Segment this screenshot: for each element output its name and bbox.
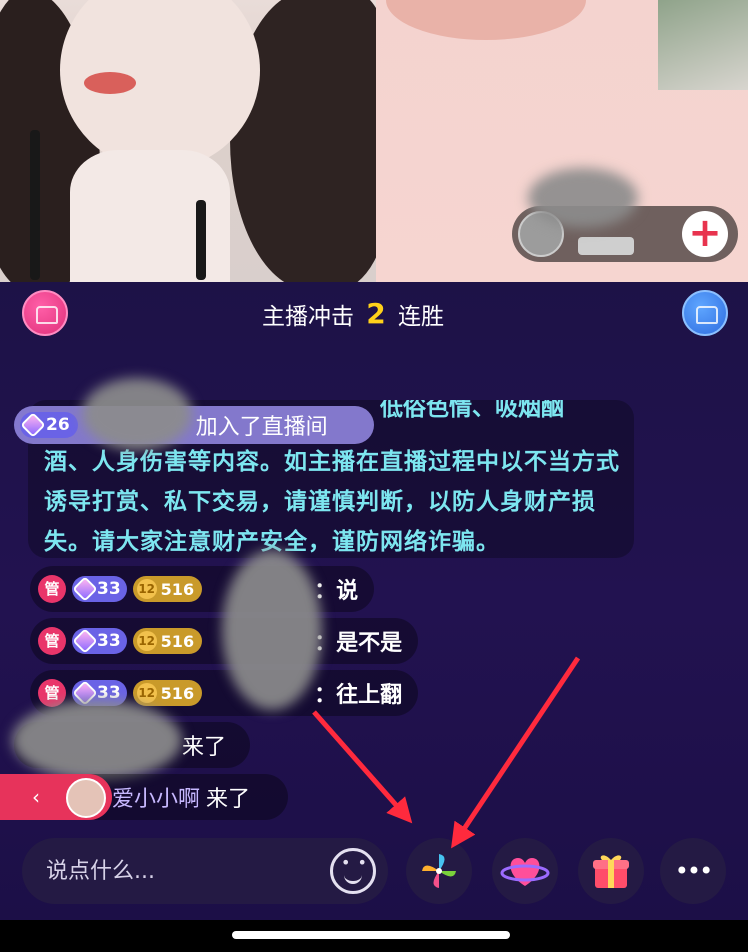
video-content xyxy=(70,150,230,282)
more-button[interactable]: ••• xyxy=(660,838,726,904)
chat-text: ：说 xyxy=(314,579,359,604)
enter-text: 来了 xyxy=(206,787,251,812)
streak-number: 2 xyxy=(366,297,386,330)
pinwheel-button[interactable] xyxy=(406,838,472,904)
chat-message[interactable]: 管 33 12 516 ：说 xyxy=(30,566,375,612)
more-icon: ••• xyxy=(674,857,713,885)
host-video-feed[interactable] xyxy=(0,0,376,282)
gift-button[interactable] xyxy=(578,838,644,904)
join-text: 加入了直播间 xyxy=(195,415,328,440)
left-team-seat-icon[interactable] xyxy=(22,290,68,336)
enter-username[interactable]: 爱小小啊 xyxy=(112,781,200,813)
enter-text: 来了 xyxy=(182,735,227,760)
streak-suffix: 连胜 xyxy=(398,304,444,330)
chevron-left-icon: ‹ xyxy=(32,785,40,809)
viewer-avatar[interactable] xyxy=(66,778,106,818)
user-level: 33 xyxy=(97,631,121,651)
streak-prefix: 主播冲击 xyxy=(262,304,354,330)
video-content xyxy=(386,0,586,40)
video-content xyxy=(196,200,206,280)
user-level: 26 xyxy=(46,415,70,435)
fan-value: 516 xyxy=(160,683,195,703)
gem-icon xyxy=(20,412,46,438)
notice-partial-line: 低俗色情、吸烟酗 xyxy=(380,400,564,421)
right-team-seat-icon[interactable] xyxy=(682,290,728,336)
fan-value: 516 xyxy=(160,631,195,651)
fan-club-badge: 12 516 xyxy=(132,680,203,706)
video-content xyxy=(84,72,136,94)
interaction-button[interactable] xyxy=(492,838,558,904)
cohost-name-badge xyxy=(578,237,634,255)
redaction-blur xyxy=(82,378,192,450)
redaction-blur xyxy=(528,168,638,228)
user-level-badge: 33 xyxy=(72,576,127,602)
redaction-blur xyxy=(12,700,182,780)
fan-level: 12 xyxy=(136,683,157,703)
fan-club-badge: 12 516 xyxy=(132,576,203,602)
join-banner: 26 加入了直播间 xyxy=(14,406,374,444)
home-indicator[interactable] xyxy=(232,931,510,939)
fan-level: 12 xyxy=(136,579,157,599)
chat-text: ：是不是 xyxy=(314,631,403,656)
chat-input[interactable] xyxy=(46,858,316,884)
user-level-badge: 33 xyxy=(72,628,127,654)
follow-plus-button[interactable]: + xyxy=(682,211,728,257)
video-content xyxy=(30,130,40,280)
pinwheel-icon xyxy=(422,854,456,888)
fan-level: 12 xyxy=(136,631,157,651)
admin-tag: 管 xyxy=(38,575,66,603)
user-level: 33 xyxy=(97,579,121,599)
fan-club-badge: 12 516 xyxy=(132,628,203,654)
redaction-blur xyxy=(222,550,322,710)
emoji-icon[interactable] xyxy=(330,848,376,894)
heart-planet-icon xyxy=(500,858,550,886)
gift-icon xyxy=(593,855,629,888)
user-level-badge: 26 xyxy=(20,412,78,438)
fan-value: 516 xyxy=(160,579,195,599)
video-content xyxy=(658,0,748,90)
gem-icon xyxy=(72,628,98,654)
admin-tag: 管 xyxy=(38,627,66,655)
gem-icon xyxy=(72,576,98,602)
win-streak-banner: 主播冲击 2 连胜 xyxy=(262,294,444,334)
notice-text: 酒、人身伤害等内容。如主播在直播过程中以不当方式诱导打赏、私下交易，请谨慎判断，… xyxy=(44,449,620,555)
chat-text: ：往上翻 xyxy=(314,683,403,708)
